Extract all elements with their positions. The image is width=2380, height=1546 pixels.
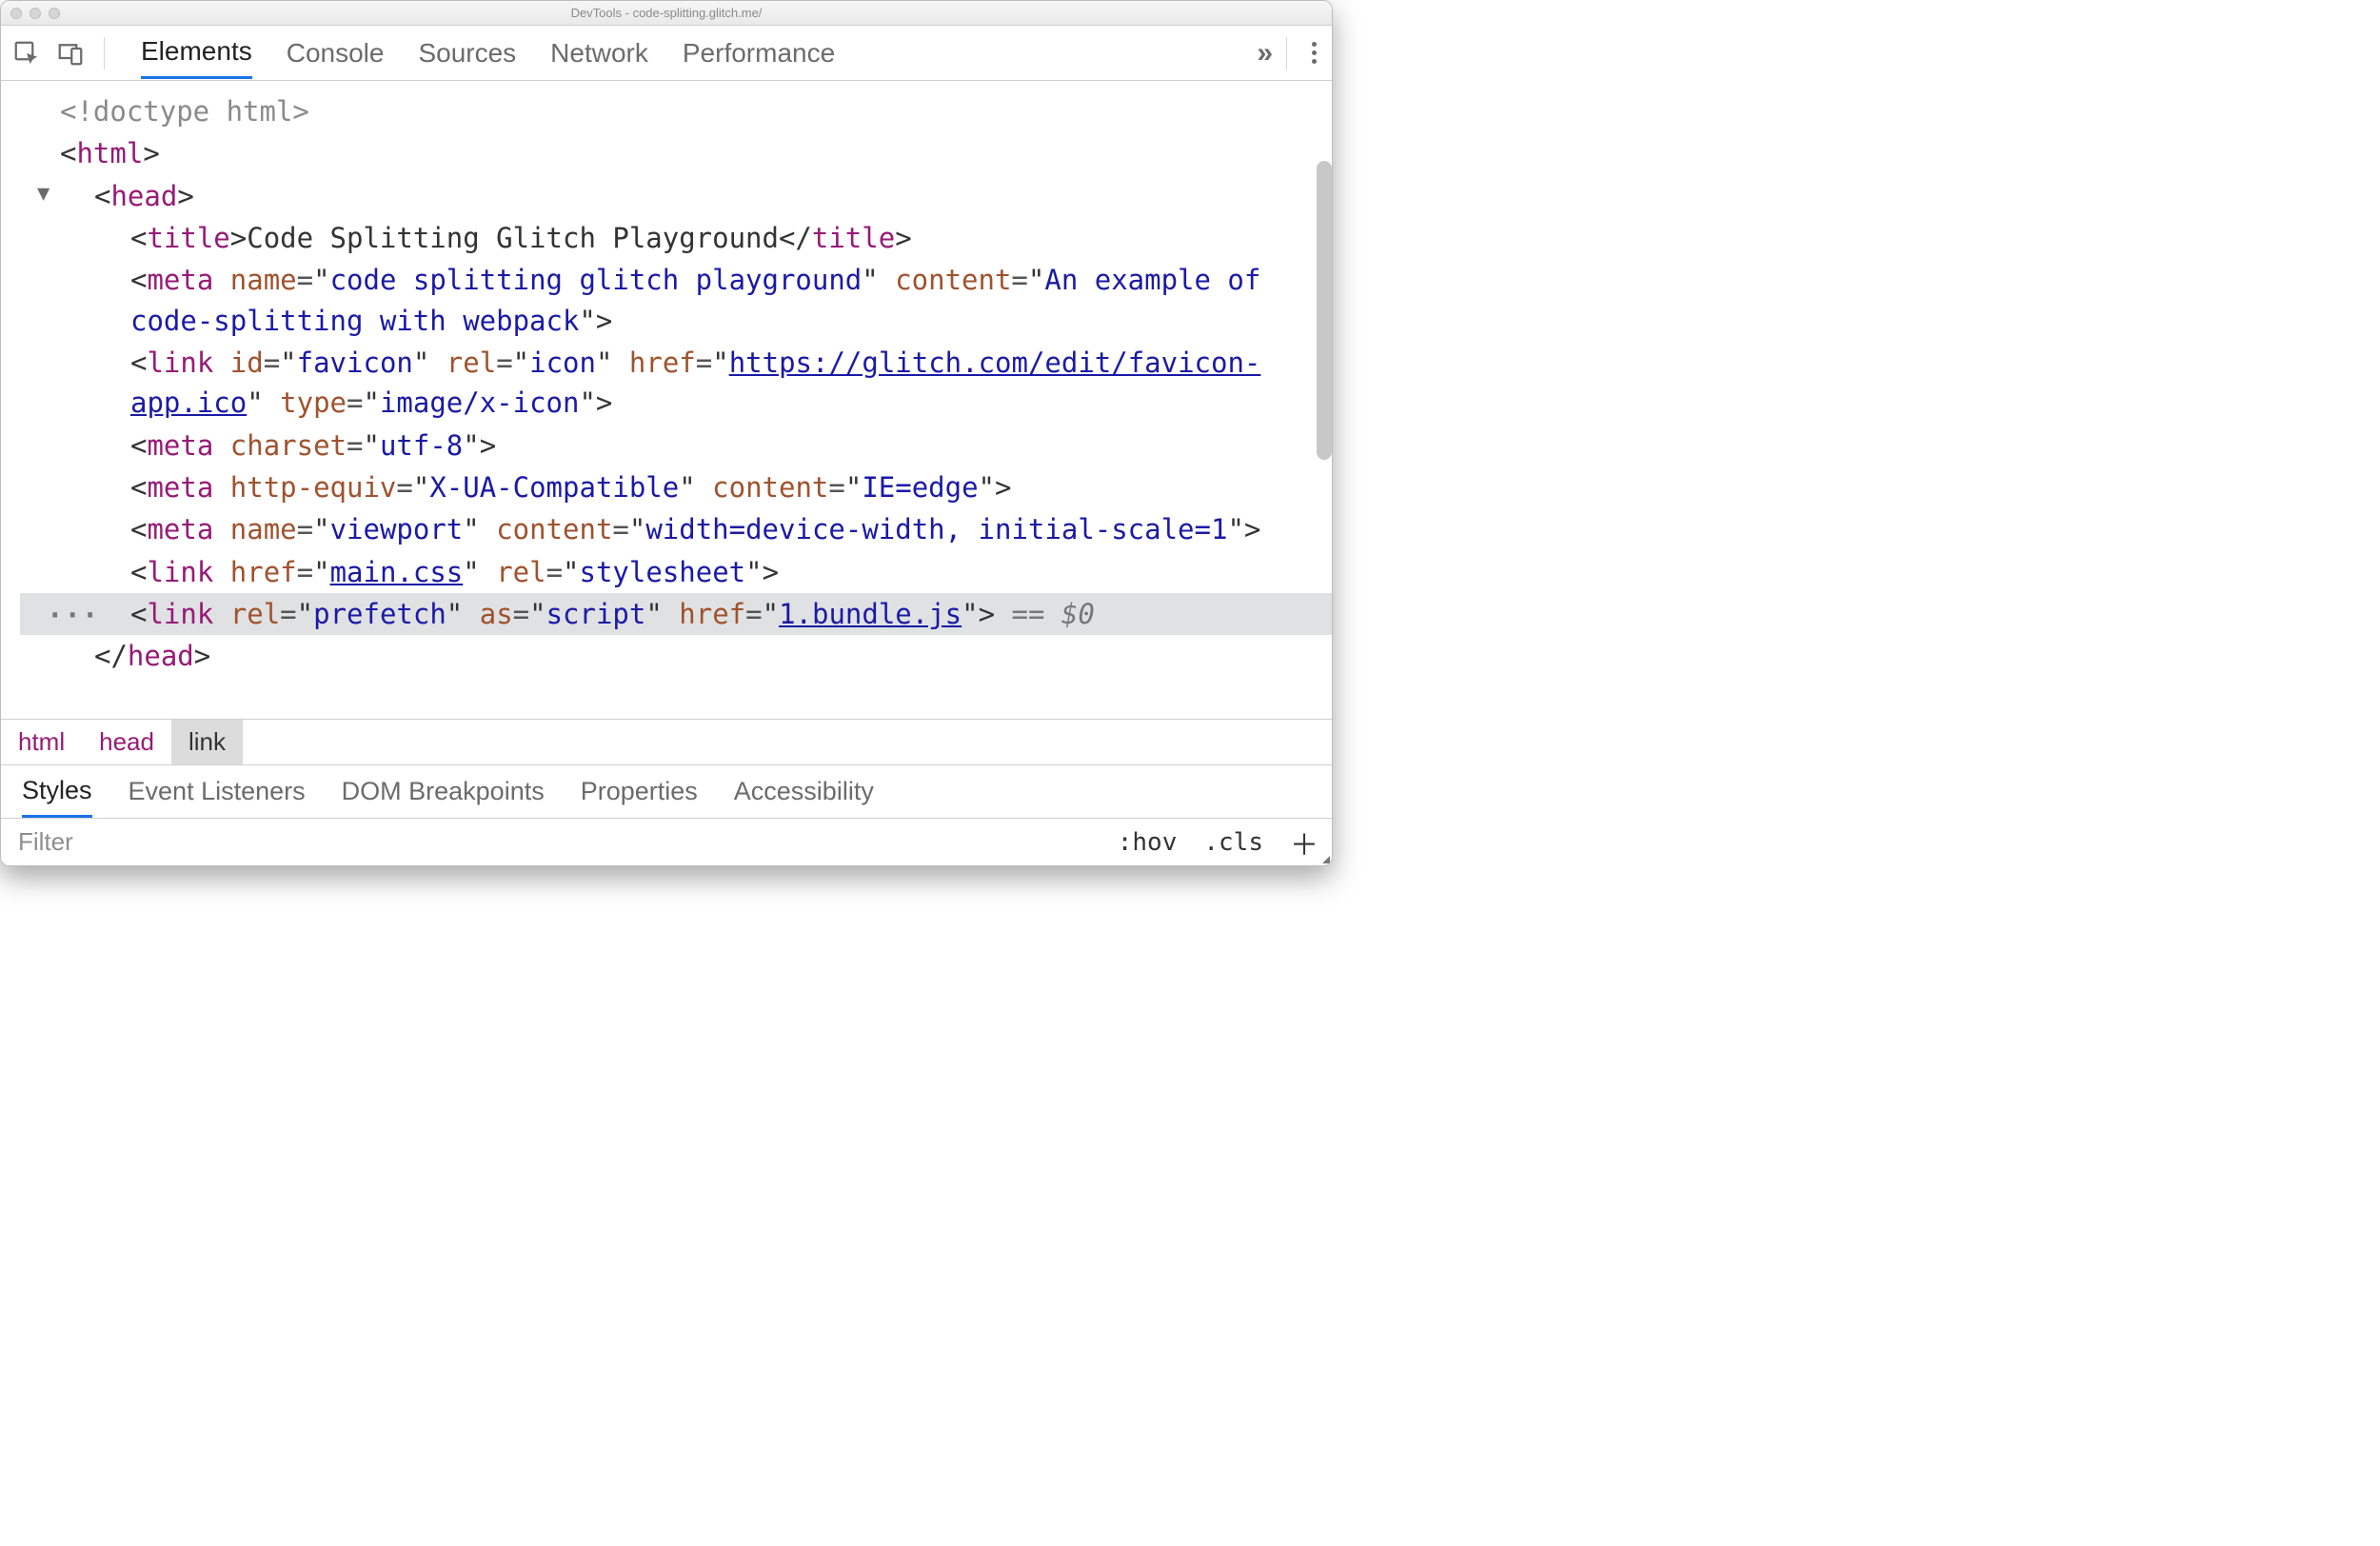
tab-network[interactable]: Network <box>550 29 648 78</box>
window-title: DevTools - code-splitting.glitch.me/ <box>1 6 1332 20</box>
tree-row[interactable]: <html> <box>20 132 1332 174</box>
window-titlebar: DevTools - code-splitting.glitch.me/ <box>1 1 1332 26</box>
tab-performance[interactable]: Performance <box>683 29 835 78</box>
tree-row[interactable]: <meta http-equiv="X-UA-Compatible" conte… <box>20 466 1332 508</box>
styles-tabs: Styles Event Listeners DOM Breakpoints P… <box>1 764 1332 818</box>
main-toolbar: Elements Console Sources Network Perform… <box>1 26 1332 81</box>
device-toolbar-icon[interactable] <box>54 37 87 69</box>
toggle-hov-button[interactable]: :hov <box>1104 828 1191 857</box>
devtools-window: DevTools - code-splitting.glitch.me/ Ele… <box>0 0 1333 866</box>
elements-panel: <!doctype html> <html> ▼<head> <title>Co… <box>1 81 1332 719</box>
settings-menu-icon[interactable] <box>1306 36 1322 69</box>
tree-row[interactable]: <meta name="code splitting glitch playgr… <box>20 259 1332 342</box>
crumb-link[interactable]: link <box>171 720 243 764</box>
dom-tree[interactable]: <!doctype html> <html> ▼<head> <title>Co… <box>1 81 1332 687</box>
crumb-html[interactable]: html <box>1 720 82 764</box>
tab-sources[interactable]: Sources <box>418 29 516 78</box>
tree-row[interactable]: <meta name="viewport" content="width=dev… <box>20 508 1332 550</box>
tree-row[interactable]: <!doctype html> <box>20 90 1332 132</box>
tree-row[interactable]: <link href="main.css" rel="stylesheet"> <box>20 551 1332 593</box>
href-link[interactable]: main.css <box>330 556 464 588</box>
subtab-styles[interactable]: Styles <box>22 766 92 818</box>
subtab-properties[interactable]: Properties <box>581 767 698 816</box>
tab-console[interactable]: Console <box>287 29 385 78</box>
styles-filter-bar: :hov .cls ＋ <box>1 818 1332 865</box>
tree-row[interactable]: <title>Code Splitting Glitch Playground<… <box>20 217 1332 259</box>
styles-filter-input[interactable] <box>1 819 1104 865</box>
tree-row[interactable]: </head> <box>20 635 1332 677</box>
breadcrumb: html head link <box>1 719 1332 764</box>
expand-toggle-icon[interactable]: ▼ <box>37 179 50 209</box>
tree-row[interactable]: <link id="favicon" rel="icon" href="http… <box>20 342 1332 425</box>
tree-row-selected[interactable]: <link rel="prefetch" as="script" href="1… <box>20 593 1332 635</box>
toolbar-divider <box>104 37 105 69</box>
tree-row[interactable]: ▼<head> <box>20 175 1332 217</box>
panel-tabs: Elements Console Sources Network Perform… <box>141 26 835 80</box>
tree-row[interactable]: <meta charset="utf-8"> <box>20 425 1332 466</box>
subtab-event-listeners[interactable]: Event Listeners <box>129 767 306 816</box>
inspect-element-icon[interactable] <box>10 37 43 69</box>
new-style-rule-button[interactable]: ＋ <box>1277 822 1332 863</box>
crumb-head[interactable]: head <box>82 720 171 764</box>
more-tabs-icon[interactable]: » <box>1257 37 1267 69</box>
toolbar-divider <box>1286 37 1287 69</box>
toggle-cls-button[interactable]: .cls <box>1190 828 1277 857</box>
tab-elements[interactable]: Elements <box>141 27 252 79</box>
subtab-accessibility[interactable]: Accessibility <box>734 767 874 816</box>
subtab-dom-breakpoints[interactable]: DOM Breakpoints <box>342 767 545 816</box>
href-link[interactable]: 1.bundle.js <box>779 598 962 630</box>
